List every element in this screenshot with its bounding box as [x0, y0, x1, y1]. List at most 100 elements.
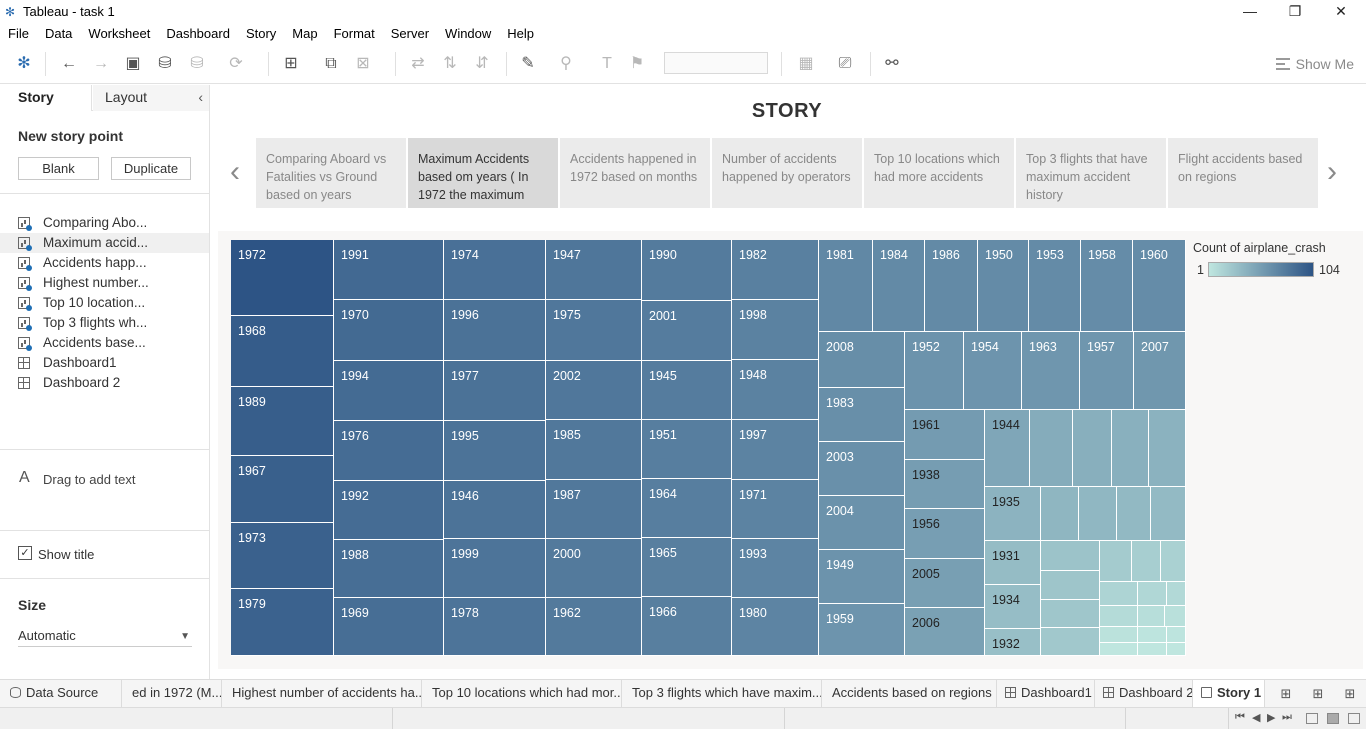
treemap-cell[interactable]: [1117, 487, 1151, 541]
sheet-tab[interactable]: Dashboard1: [997, 680, 1095, 707]
treemap-cell[interactable]: 1948: [732, 360, 819, 420]
treemap-cell[interactable]: [1161, 541, 1186, 582]
treemap-cell[interactable]: 1980: [732, 598, 819, 656]
treemap-cell[interactable]: [1167, 582, 1186, 606]
sheet-tab[interactable]: Accidents based on regions: [822, 680, 997, 707]
story-point-tile[interactable]: Comparing Aboard vs Fatalities vs Ground…: [256, 138, 406, 208]
story-sheet-item[interactable]: Top 10 location...: [0, 293, 209, 313]
treemap-cell[interactable]: [1100, 643, 1138, 656]
restore-button[interactable]: ❐: [1272, 0, 1318, 24]
menu-story[interactable]: Story: [238, 24, 284, 44]
treemap-cell[interactable]: 2003: [819, 442, 905, 496]
treemap-cell[interactable]: [1165, 606, 1186, 627]
treemap-cell[interactable]: 1957: [1080, 332, 1134, 410]
treemap-cell[interactable]: 2006: [905, 608, 985, 656]
treemap-cell[interactable]: 1966: [642, 597, 732, 656]
treemap-cell[interactable]: 1935: [985, 487, 1041, 541]
treemap-cell[interactable]: 1951: [642, 420, 732, 479]
menu-format[interactable]: Format: [326, 24, 383, 44]
last-sheet-button[interactable]: ⏭: [1282, 711, 1292, 724]
size-select[interactable]: Automatic ▼: [18, 627, 192, 647]
story-point-tile[interactable]: Flight accidents based on regions: [1168, 138, 1318, 208]
color-legend-bar[interactable]: [1208, 262, 1314, 277]
treemap-cell[interactable]: 1988: [334, 540, 444, 598]
menu-window[interactable]: Window: [437, 24, 499, 44]
menu-data[interactable]: Data: [37, 24, 80, 44]
next-story-point-arrow[interactable]: ›: [1327, 157, 1337, 187]
treemap-cell[interactable]: 1965: [642, 538, 732, 597]
treemap-cell[interactable]: 1968: [231, 316, 334, 387]
sheet-tab[interactable]: Dashboard 2: [1095, 680, 1193, 707]
treemap-cell[interactable]: 1954: [964, 332, 1022, 410]
treemap-cell[interactable]: 1960: [1133, 240, 1186, 332]
treemap-cell[interactable]: 1973: [231, 523, 334, 589]
treemap-cell[interactable]: 1989: [231, 387, 334, 456]
swap-icon[interactable]: ⇄: [407, 54, 429, 74]
redo-icon[interactable]: →: [90, 54, 112, 74]
treemap-cell[interactable]: 1982: [732, 240, 819, 300]
menu-server[interactable]: Server: [383, 24, 437, 44]
tab-layout[interactable]: Layout: [93, 85, 209, 111]
sort-descending-icon[interactable]: ⇵: [471, 54, 493, 74]
treemap-cell[interactable]: 2000: [546, 539, 642, 598]
treemap-cell[interactable]: 1964: [642, 479, 732, 538]
menu-dashboard[interactable]: Dashboard: [158, 24, 238, 44]
story-sheet-item[interactable]: Dashboard1: [0, 353, 209, 373]
treemap-cell[interactable]: [1041, 600, 1100, 628]
show-title-checkbox[interactable]: ✓: [18, 546, 32, 560]
treemap-cell[interactable]: 1985: [546, 420, 642, 480]
menu-map[interactable]: Map: [284, 24, 325, 44]
pin-icon[interactable]: ⚑: [626, 54, 648, 74]
treemap-cell[interactable]: 1993: [732, 539, 819, 598]
new-worksheet-tab-icon[interactable]: ⊞: [1277, 685, 1295, 703]
duplicate-button[interactable]: Duplicate: [111, 157, 191, 180]
collapse-panel-icon[interactable]: ‹: [198, 85, 203, 109]
story-sheet-item[interactable]: Maximum accid...: [0, 233, 209, 253]
treemap-cell[interactable]: 1997: [732, 420, 819, 480]
treemap-cell[interactable]: 1950: [978, 240, 1029, 332]
new-datasource-icon[interactable]: ⛁: [154, 54, 176, 74]
sheet-tab[interactable]: ed in 1972 (M...: [122, 680, 222, 707]
treemap-cell[interactable]: [1041, 628, 1100, 656]
treemap-cell[interactable]: 1971: [732, 480, 819, 539]
duplicate-sheet-icon[interactable]: ⧉: [320, 54, 342, 74]
treemap-cell[interactable]: 1970: [334, 300, 444, 361]
story-point-tile[interactable]: Number of accidents happened by operator…: [712, 138, 862, 208]
show-me-button[interactable]: Show Me: [1275, 54, 1354, 74]
sheet-tab[interactable]: Top 10 locations which had mor...: [422, 680, 622, 707]
sheet-tab[interactable]: Story 1: [1193, 680, 1265, 707]
treemap-cell[interactable]: 1994: [334, 361, 444, 421]
treemap-cell[interactable]: [1151, 487, 1186, 541]
treemap-cell[interactable]: [1079, 487, 1117, 541]
treemap-cell[interactable]: 1974: [444, 240, 546, 300]
tabs-view-icon[interactable]: [1348, 713, 1360, 724]
save-icon[interactable]: ▣: [122, 54, 144, 74]
treemap-cell[interactable]: 1959: [819, 604, 905, 656]
menu-worksheet[interactable]: Worksheet: [80, 24, 158, 44]
treemap-cell[interactable]: 1981: [819, 240, 873, 332]
pause-updates-icon[interactable]: ⛁: [186, 54, 208, 74]
previous-sheet-button[interactable]: ◀: [1252, 711, 1260, 724]
treemap-cell[interactable]: 1983: [819, 388, 905, 442]
treemap-cell[interactable]: 1932: [985, 629, 1041, 656]
treemap-cell[interactable]: [1041, 571, 1100, 600]
treemap-cell[interactable]: 1990: [642, 240, 732, 301]
treemap-cell[interactable]: [1030, 410, 1073, 487]
menu-file[interactable]: File: [0, 24, 37, 44]
treemap-cell[interactable]: 1977: [444, 361, 546, 421]
treemap-cell[interactable]: 1949: [819, 550, 905, 604]
share-icon[interactable]: ⚯: [881, 54, 903, 74]
treemap-chart[interactable]: 1972 1968 1989 1967 1973 1979 1991 1970 1994 1976…: [231, 240, 1186, 656]
treemap-cell[interactable]: 1947: [546, 240, 642, 300]
label-icon[interactable]: T: [596, 54, 618, 74]
undo-icon[interactable]: ←: [58, 54, 80, 74]
treemap-cell[interactable]: [1149, 410, 1186, 487]
story-point-tile[interactable]: Accidents happened in 1972 based on mont…: [560, 138, 710, 208]
minimize-button[interactable]: —: [1227, 0, 1273, 24]
treemap-cell[interactable]: 2002: [546, 361, 642, 420]
sort-ascending-icon[interactable]: ⇅: [439, 54, 461, 74]
treemap-cell[interactable]: 1972: [231, 240, 334, 316]
treemap-cell[interactable]: 1963: [1022, 332, 1080, 410]
treemap-cell[interactable]: 1979: [231, 589, 334, 656]
treemap-cell[interactable]: 1934: [985, 585, 1041, 629]
